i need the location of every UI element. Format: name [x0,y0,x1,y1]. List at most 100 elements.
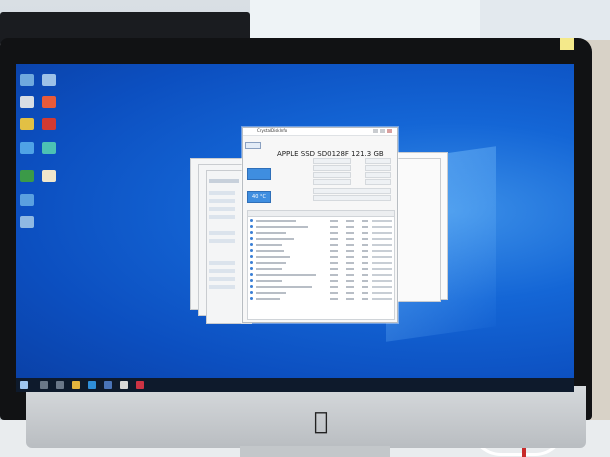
cell [330,219,338,222]
recycle-bin-icon[interactable] [20,96,34,108]
info-value [365,172,391,178]
cell [372,243,392,246]
status-dot-icon [250,249,253,252]
window-title: CrystalDiskInfo [257,128,288,133]
cell [346,249,354,252]
cell [362,261,368,264]
sidebar-row [209,215,235,219]
cell [330,267,338,270]
window-light [250,0,480,40]
app-icon[interactable] [136,381,144,389]
computer-icon[interactable] [20,74,34,86]
cell [362,273,368,276]
table-row[interactable] [248,272,394,277]
cell [362,297,368,300]
attribute-name [256,267,282,270]
maximize-button[interactable] [380,129,385,133]
status-dot-icon [250,279,253,282]
sidebar-row [209,207,235,211]
cell [362,291,368,294]
app-icon[interactable] [42,74,56,86]
table-row[interactable] [248,224,394,229]
sidebar-row [209,179,239,183]
status-dot-icon [250,225,253,228]
status-dot-icon [250,291,253,294]
app-icon[interactable] [20,170,34,182]
cell [346,243,354,246]
drive-info-grid [279,158,391,206]
app-icon[interactable] [42,118,56,130]
attribute-name [256,249,284,252]
cell [372,273,392,276]
cell [372,267,392,270]
explorer-icon[interactable] [72,381,80,389]
folder-icon[interactable] [20,216,34,228]
table-row[interactable] [248,284,394,289]
cell [330,249,338,252]
table-row[interactable] [248,278,394,283]
cell [346,267,354,270]
cell [362,255,368,258]
info-value [365,179,391,185]
cell [346,225,354,228]
cell [362,219,368,222]
crystaldiskinfo-window[interactable]: CrystalDiskInfo APPLE SSD SD0128F 121.3 … [242,127,398,323]
cell [372,261,392,264]
app-icon[interactable] [42,96,56,108]
app-icon[interactable] [20,194,34,206]
status-dot-icon [250,255,253,258]
network-icon[interactable] [20,142,34,154]
cell [372,255,392,258]
app-icon[interactable] [42,142,56,154]
close-button[interactable] [387,129,392,133]
search-icon[interactable] [40,381,48,389]
windows-start-icon[interactable] [20,381,28,389]
info-row [279,195,391,201]
taskbar [16,378,574,392]
cell [346,237,354,240]
table-row[interactable] [248,260,394,265]
table-row[interactable] [248,230,394,235]
cell [330,231,338,234]
info-value [313,165,351,171]
table-row[interactable] [248,266,394,271]
status-dot-icon [250,297,253,300]
file-icon[interactable] [42,170,56,182]
status-dot-icon [250,219,253,222]
cell [330,273,338,276]
table-row[interactable] [248,218,394,223]
cell [372,297,392,300]
app-icon[interactable] [20,118,34,130]
store-icon[interactable] [104,381,112,389]
smart-attributes-table[interactable] [247,210,395,320]
table-row[interactable] [248,242,394,247]
table-row[interactable] [248,248,394,253]
sidebar-row [209,199,235,203]
attribute-name [256,243,282,246]
cell [362,243,368,246]
table-row[interactable] [248,236,394,241]
edge-icon[interactable] [88,381,96,389]
sidebar-row [209,231,235,235]
disk-select-button[interactable] [245,142,261,149]
status-dot-icon [250,273,253,276]
task-view-icon[interactable] [56,381,64,389]
attribute-name [256,261,286,264]
cell [372,231,392,234]
cell [330,291,338,294]
table-row[interactable] [248,290,394,295]
cell [346,255,354,258]
info-row [279,179,391,185]
table-row[interactable] [248,296,394,301]
status-dot-icon [250,261,253,264]
cell [346,297,354,300]
cell [346,285,354,288]
info-row [279,188,391,194]
minimize-button[interactable] [373,129,378,133]
table-row[interactable] [248,254,394,259]
app-icon[interactable] [120,381,128,389]
cell [372,279,392,282]
cell [372,285,392,288]
cell [372,225,392,228]
windows-desktop: CrystalDiskInfo APPLE SSD SD0128F 121.3 … [16,64,574,392]
